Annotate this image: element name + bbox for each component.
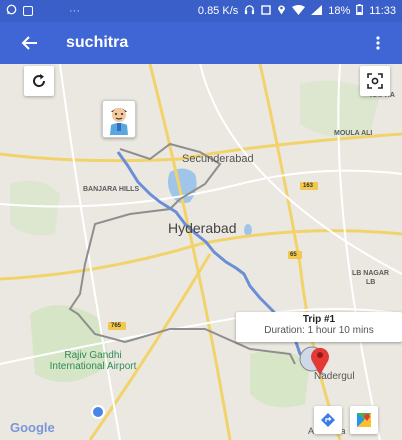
map-label-secunderabad: Secunderabad [182,153,254,165]
network-speed: 0.85 K/s [197,5,239,17]
map-label-lb-nagar: LB NAGAR [352,270,389,277]
user-avatar-marker[interactable] [102,100,136,138]
back-button[interactable] [12,25,48,61]
open-in-maps-button[interactable] [350,406,378,434]
compass-indicator [91,405,105,419]
arrow-left-icon [21,36,37,50]
map-canvas [0,64,402,440]
clock: 11:33 [369,5,396,17]
status-bar: ··· 0.85 K/s 18% 11:33 [0,0,402,22]
overflow-menu-button[interactable] [366,25,390,61]
refresh-icon [33,74,46,87]
map-view[interactable]: 163 65 765 KAPRA MOULA ALI Secunderabad … [0,64,402,440]
location-icon [277,4,286,18]
status-indicators: 0.85 K/s 18% 11:33 [198,4,396,18]
status-notification-icons: ··· [6,4,80,18]
whatsapp-icon [6,4,17,18]
highway-number: 765 [111,323,122,329]
map-label-airport: Rajiv Gandhi International Airport [49,350,137,372]
lake [244,224,252,236]
google-maps-icon [357,413,371,427]
cast-icon [261,4,271,18]
map-label-hyderabad: Hyderabad [168,220,237,236]
highway-number: 65 [290,252,297,258]
trip-duration: Duration: 1 hour 10 mins [264,325,374,336]
app-bar: suchitra [0,22,402,64]
facebook-icon [23,6,33,16]
wifi-icon [292,4,306,18]
trip-info-window[interactable]: Trip #1 Duration: 1 hour 10 mins [236,312,402,342]
more-notifications-dots: ··· [69,5,80,17]
more-vert-icon [376,36,380,50]
map-label-lb: LB [366,279,376,286]
headphones-icon [244,4,255,18]
avatar-icon [110,108,128,135]
battery-percent: 18% [328,5,351,17]
trip-title: Trip #1 [302,314,336,325]
battery-icon [356,4,364,18]
map-label-banjara-hills: BANJARA HILLS [83,186,140,193]
page-title: suchitra [66,34,129,51]
directions-icon [321,413,335,427]
map-pin-icon [299,346,329,375]
refresh-button[interactable] [24,66,54,96]
signal-icon [311,4,323,18]
park-area [10,180,60,236]
google-logo: Google [10,420,55,435]
map-label-moula-ali: MOULA ALI [334,130,373,137]
directions-button[interactable] [314,406,342,434]
highway-number: 163 [303,183,314,189]
center-focus-icon [367,73,383,89]
my-location-button[interactable] [360,66,390,96]
destination-marker[interactable] [298,339,338,379]
